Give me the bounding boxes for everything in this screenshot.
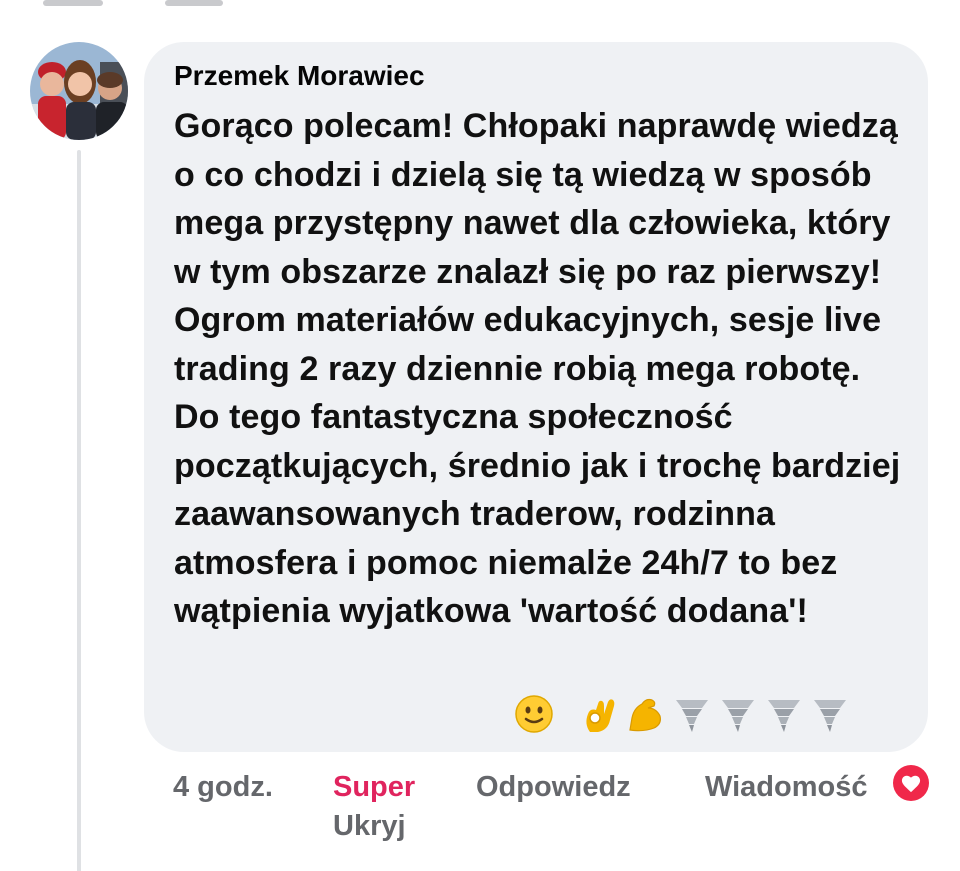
flexed-biceps-icon bbox=[629, 698, 661, 732]
comment-author[interactable]: Przemek Morawiec bbox=[174, 60, 425, 92]
reaction-badge-circle bbox=[893, 765, 929, 801]
message-button[interactable]: Wiadomość bbox=[705, 771, 868, 804]
tornado-icon bbox=[768, 700, 800, 732]
comment-actions: 4 godz. Super Ukryj Odpowiedz Wiadomość bbox=[0, 768, 960, 858]
heart-icon bbox=[901, 775, 921, 793]
thread-line bbox=[77, 150, 81, 871]
reaction-badge[interactable] bbox=[890, 762, 932, 804]
comment-bubble: Przemek Morawiec Gorąco polecam! Chłopak… bbox=[144, 42, 928, 752]
reaction-button[interactable]: Super bbox=[333, 771, 415, 804]
slightly-smiling-face-icon bbox=[515, 695, 553, 733]
ok-hand-icon bbox=[586, 699, 615, 732]
comment-thread: Przemek Morawiec Gorąco polecam! Chłopak… bbox=[0, 0, 960, 871]
tornado-icon bbox=[676, 700, 708, 732]
emoji-row bbox=[514, 693, 850, 735]
comment-timestamp[interactable]: 4 godz. bbox=[173, 771, 273, 804]
avatar[interactable] bbox=[30, 42, 128, 140]
reply-button[interactable]: Odpowiedz bbox=[476, 771, 631, 804]
comment-text: Gorąco polecam! Chłopaki naprawdę wiedzą… bbox=[174, 107, 901, 630]
hide-button[interactable]: Ukryj bbox=[333, 810, 406, 843]
previous-comment-fragment bbox=[35, 0, 335, 8]
tornado-icon bbox=[814, 700, 846, 732]
tornado-icon bbox=[722, 700, 754, 732]
